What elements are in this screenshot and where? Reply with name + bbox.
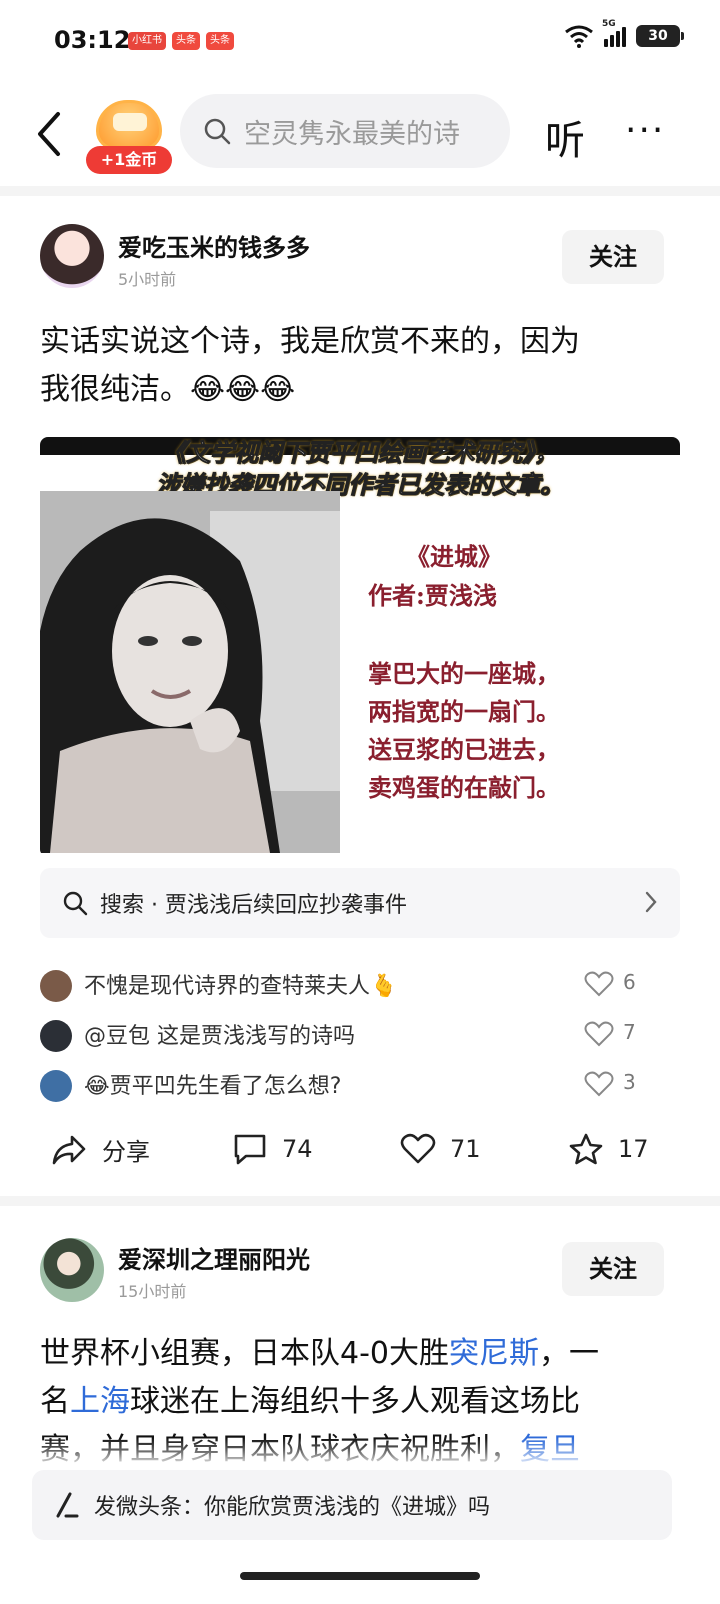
- post-action-bar: 分享 74 71 17: [0, 1120, 720, 1180]
- back-arrow-icon[interactable]: [30, 106, 70, 162]
- post-text-line: 世界杯小组赛，日本队4-0大胜突尼斯，一: [40, 1330, 680, 1378]
- follow-button[interactable]: 关注: [562, 230, 664, 284]
- portrait-illustration: [40, 491, 340, 853]
- search-bar[interactable]: 空灵隽永最美的诗: [180, 94, 510, 168]
- heart-icon[interactable]: [584, 1020, 614, 1048]
- comment-count: 74: [282, 1135, 313, 1163]
- author-avatar[interactable]: [40, 224, 104, 288]
- favorite-count: 17: [618, 1135, 649, 1163]
- system-icons: 5G 30: [564, 19, 684, 48]
- notification-badges: 小红书 头条 头条: [128, 32, 234, 50]
- commenter-avatar: [40, 1020, 72, 1052]
- compose-bar[interactable]: 发微头条：你能欣赏贾浅浅的《进城》吗: [32, 1470, 672, 1540]
- post-text-line: 我很纯洁。😂😂😂: [40, 372, 296, 407]
- divider: [0, 186, 720, 196]
- coin-label: +1金币: [86, 146, 172, 174]
- comment-item[interactable]: 😂贾平凹先生看了怎么想? 3: [40, 1066, 680, 1106]
- author-name[interactable]: 爱深圳之理丽阳光: [118, 1240, 310, 1275]
- compose-text: 发微头条：你能欣赏贾浅浅的《进城》吗: [94, 1495, 491, 1520]
- post-text-line: 实话实说这个诗，我是欣赏不来的，因为: [40, 324, 580, 359]
- text-span: 世界杯小组赛，日本队4-0大胜: [40, 1336, 449, 1371]
- commenter-avatar: [40, 970, 72, 1002]
- chevron-right-icon: [645, 891, 657, 913]
- divider: [0, 1196, 720, 1206]
- poem-line: 掌巴大的一座城，: [368, 659, 560, 688]
- like-count: 71: [450, 1135, 481, 1163]
- comment-text: 不愧是现代诗界的查特莱夫人🫰: [84, 974, 398, 999]
- app-badge-xiaohongshu: 小红书: [128, 32, 166, 50]
- text-span: ，一: [539, 1336, 599, 1371]
- battery-icon: 30: [636, 25, 684, 47]
- treasure-chest-icon: [96, 100, 162, 150]
- post-text[interactable]: 实话实说这个诗，我是欣赏不来的，因为 我很纯洁。😂😂😂: [40, 318, 680, 414]
- author-name[interactable]: 爱吃玉米的钱多多: [118, 228, 310, 263]
- comment-item[interactable]: @豆包 这是贾浅浅写的诗吗 7: [40, 1016, 680, 1056]
- home-indicator[interactable]: [240, 1572, 480, 1580]
- share-icon: [52, 1135, 86, 1164]
- clock: 03:12: [54, 26, 131, 54]
- author-avatar[interactable]: [40, 1238, 104, 1302]
- share-button[interactable]: 分享: [50, 1132, 150, 1167]
- poem-line: 送豆浆的已进去，: [368, 735, 560, 764]
- comment-like-count: 7: [623, 1020, 636, 1044]
- search-placeholder: 空灵隽永最美的诗: [244, 118, 460, 150]
- like-button[interactable]: 71: [400, 1132, 481, 1166]
- hashtag-link[interactable]: 上海: [70, 1384, 130, 1419]
- comment-item[interactable]: 不愧是现代诗界的查特莱夫人🫰 6: [40, 966, 680, 1006]
- more-menu-button[interactable]: ···: [625, 110, 665, 151]
- commenter-avatar: [40, 1070, 72, 1102]
- status-bar: 03:12 小红书 头条 头条 5G 30: [0, 0, 720, 84]
- post-text-line: 名上海球迷在上海组织十多人观看这场比: [40, 1378, 680, 1426]
- post-time: 15小时前: [118, 1282, 187, 1301]
- headline-line: 《文学视阈下贾平凹绘画艺术研究》，: [162, 438, 559, 468]
- signal-icon: 5G: [602, 19, 626, 47]
- comment-like-count: 6: [623, 970, 636, 994]
- post-time: 5小时前: [118, 270, 177, 289]
- comment-text: @豆包 这是贾浅浅写的诗吗: [84, 1024, 355, 1049]
- portrait-photo: [40, 491, 340, 853]
- poem-line: 卖鸡蛋的在敲门。: [368, 773, 560, 802]
- text-span: 球迷在上海组织十多人观看这场比: [130, 1384, 580, 1419]
- text-span: 名: [40, 1384, 70, 1419]
- wifi-icon: [565, 25, 593, 48]
- related-search-text: 搜索 · 贾浅浅后续回应抄袭事件: [100, 893, 407, 918]
- follow-button[interactable]: 关注: [562, 1242, 664, 1296]
- poem-line: 两指宽的一扇门。: [368, 697, 560, 726]
- heart-icon[interactable]: [584, 1070, 614, 1098]
- heart-icon: [400, 1133, 436, 1164]
- heart-icon[interactable]: [584, 970, 614, 998]
- search-icon: [63, 891, 88, 916]
- post-image[interactable]: 《文学视阈下贾平凹绘画艺术研究》， 涉嫌抄袭四位不同作者已发表的文章。 《进城》…: [40, 437, 680, 857]
- content-fade: [0, 1438, 720, 1474]
- pen-icon: [56, 1492, 79, 1518]
- search-icon: [204, 118, 231, 145]
- comment-icon: [234, 1134, 266, 1165]
- hashtag-link[interactable]: 突尼斯: [449, 1336, 539, 1371]
- comment-like-count: 3: [623, 1070, 636, 1094]
- poem-author: 作者:贾浅浅: [368, 581, 497, 610]
- app-badge-toutiao-2: 头条: [206, 32, 234, 50]
- app-badge-toutiao: 头条: [172, 32, 200, 50]
- related-search-link[interactable]: 搜索 · 贾浅浅后续回应抄袭事件: [40, 868, 680, 938]
- coin-reward-button[interactable]: +1金币: [86, 100, 172, 176]
- poem-title: 《进城》: [406, 542, 502, 571]
- comment-button[interactable]: 74: [232, 1132, 313, 1166]
- poem-block: 《进城》 作者:贾浅浅 掌巴大的一座城， 两指宽的一扇门。 送豆浆的已进去， 卖…: [368, 537, 668, 807]
- comment-text: 😂贾平凹先生看了怎么想?: [84, 1074, 342, 1099]
- top-nav: +1金币 空灵隽永最美的诗 听 ···: [0, 88, 720, 184]
- network-type: 5G: [602, 19, 616, 29]
- star-icon: [569, 1133, 603, 1165]
- listen-button[interactable]: 听: [545, 108, 585, 166]
- favorite-button[interactable]: 17: [568, 1132, 649, 1166]
- share-label: 分享: [102, 1138, 150, 1166]
